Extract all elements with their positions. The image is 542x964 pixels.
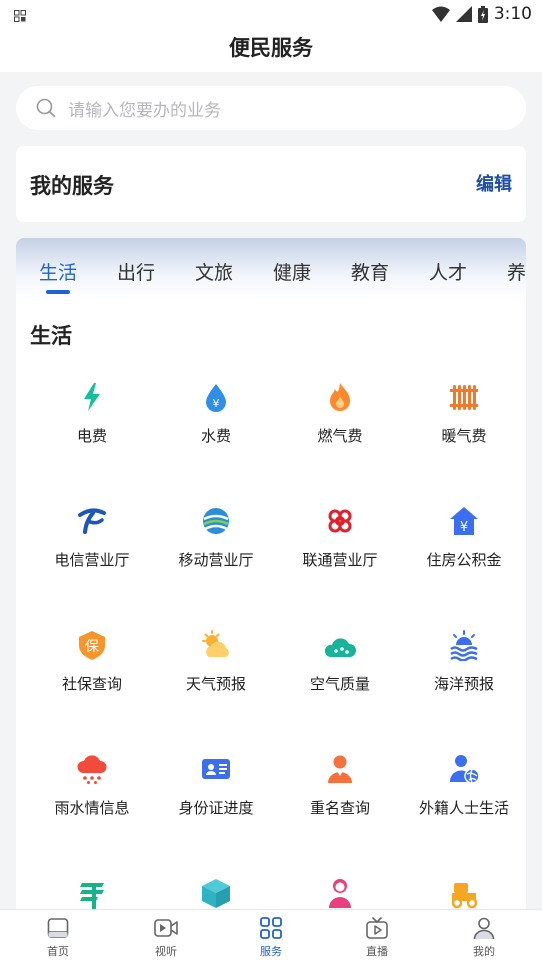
- service-social-security[interactable]: 保 社保查询: [30, 629, 154, 694]
- id-card-icon: [202, 759, 230, 779]
- china-unicom-icon: [328, 509, 352, 533]
- air-quality-icon: [324, 638, 356, 657]
- tab-talent[interactable]: 人才: [429, 258, 467, 285]
- service-water[interactable]: ¥ 水费: [154, 381, 278, 446]
- social-security-icon: 保: [79, 631, 105, 660]
- my-services-title: 我的服务: [30, 174, 114, 198]
- battery-icon: [477, 5, 488, 23]
- service-postal[interactable]: [30, 877, 154, 909]
- nav-live[interactable]: 直播: [323, 916, 431, 959]
- person-icon: [328, 755, 352, 783]
- rain-icon: [77, 755, 107, 784]
- svg-text:¥: ¥: [460, 520, 468, 535]
- search-icon: [36, 98, 56, 118]
- clock: 3:10: [493, 4, 532, 24]
- nav-home[interactable]: 首页: [4, 916, 112, 959]
- service-air-quality[interactable]: 空气质量: [278, 629, 402, 694]
- my-services-card: 我的服务 编辑: [16, 146, 526, 222]
- nav-profile[interactable]: 我的: [430, 916, 538, 959]
- nav-media[interactable]: 视听: [112, 916, 220, 959]
- china-mobile-icon: [203, 508, 229, 534]
- tab-health[interactable]: 健康: [273, 258, 311, 285]
- service-grid: 生活 电费 ¥ 水费 燃气费 暖气费 电信营业厅 移动营业厅 联通营业厅 ¥ 住…: [16, 302, 526, 922]
- wifi-icon: [431, 6, 450, 22]
- video-icon: [154, 919, 178, 937]
- scooter-icon: [451, 883, 478, 909]
- tab-elderly-care[interactable]: 养: [507, 258, 526, 285]
- section-title: 生活: [30, 324, 72, 348]
- search-bar[interactable]: 请输入您要办的业务: [16, 86, 526, 130]
- service-name-search[interactable]: 重名查询: [278, 753, 402, 818]
- house-fund-icon: ¥: [450, 507, 478, 535]
- services-grid-icon: [260, 917, 282, 939]
- page-title: 便民服务: [0, 28, 542, 72]
- service-rain-info[interactable]: 雨水情信息: [30, 753, 154, 818]
- tv-icon: [366, 917, 388, 939]
- service-telecom[interactable]: 电信营业厅: [30, 505, 154, 570]
- service-parcel[interactable]: [154, 877, 278, 909]
- active-tab-indicator: [46, 290, 70, 294]
- svg-text:保: 保: [85, 639, 99, 655]
- postal-icon: [80, 883, 104, 909]
- tab-travel[interactable]: 出行: [117, 258, 155, 285]
- search-input[interactable]: 请输入您要办的业务: [68, 96, 221, 121]
- radiator-icon: [450, 385, 478, 410]
- category-tabs: 生活 出行 文旅 健康 教育 人才 养: [16, 238, 526, 302]
- status-bar: 3:10: [0, 0, 542, 28]
- service-foreigner-life[interactable]: 外籍人士生活: [402, 753, 526, 818]
- service-housing-fund[interactable]: ¥ 住房公积金: [402, 505, 526, 570]
- home-icon: [47, 918, 69, 938]
- service-id-card-progress[interactable]: 身份证进度: [154, 753, 278, 818]
- service-weather[interactable]: 天气预报: [154, 629, 278, 694]
- service-unicom[interactable]: 联通营业厅: [278, 505, 402, 570]
- service-gas[interactable]: 燃气费: [278, 381, 402, 446]
- service-mobile[interactable]: 移动营业厅: [154, 505, 278, 570]
- nav-services[interactable]: 服务: [217, 916, 325, 959]
- service-heating[interactable]: 暖气费: [402, 381, 526, 446]
- water-drop-icon: ¥: [206, 384, 226, 412]
- notification-icon: [14, 7, 26, 26]
- tab-culture-tourism[interactable]: 文旅: [195, 258, 233, 285]
- service-ocean-forecast[interactable]: 海洋预报: [402, 629, 526, 694]
- tab-education[interactable]: 教育: [351, 258, 389, 285]
- service-electricity[interactable]: 电费: [30, 381, 154, 446]
- service-staff[interactable]: [278, 877, 402, 909]
- ocean-icon: [450, 630, 478, 661]
- weather-icon: [202, 630, 229, 657]
- china-telecom-icon: [78, 508, 106, 534]
- parcel-box-icon: [202, 879, 230, 908]
- bottom-nav: 首页 视听 服务 直播 我的: [0, 909, 542, 964]
- lightning-icon: [84, 383, 100, 411]
- user-icon: [473, 917, 495, 940]
- service-vehicle[interactable]: [402, 877, 526, 909]
- flame-icon: [330, 383, 350, 411]
- tab-life[interactable]: 生活: [39, 258, 77, 285]
- woman-icon: [329, 879, 351, 908]
- signal-icon: [455, 6, 472, 22]
- edit-button[interactable]: 编辑: [476, 170, 512, 196]
- svg-text:¥: ¥: [213, 397, 220, 410]
- foreigner-icon: [449, 755, 480, 784]
